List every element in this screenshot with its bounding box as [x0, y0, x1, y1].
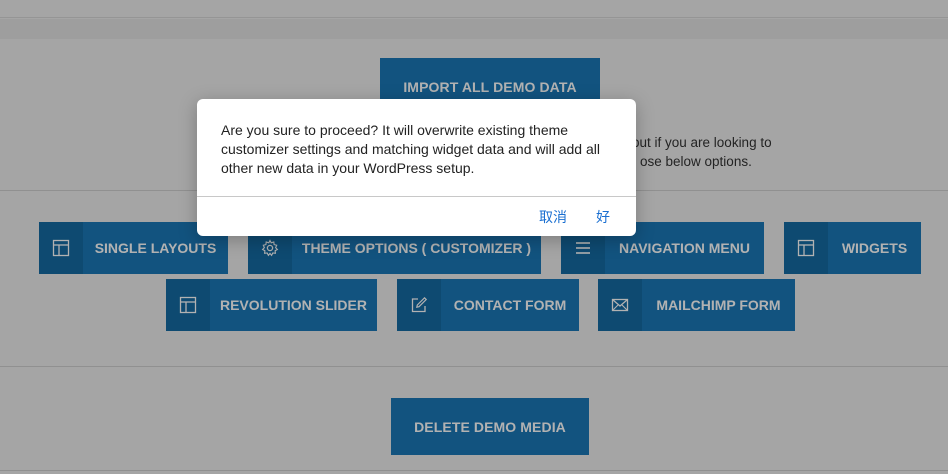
cancel-button[interactable]: 取消 — [539, 207, 567, 227]
confirm-dialog: Are you sure to proceed? It will overwri… — [197, 99, 636, 236]
modal-overlay — [0, 0, 948, 474]
dialog-separator — [197, 196, 636, 197]
dialog-message: Are you sure to proceed? It will overwri… — [221, 122, 600, 176]
ok-button[interactable]: 好 — [596, 207, 610, 227]
